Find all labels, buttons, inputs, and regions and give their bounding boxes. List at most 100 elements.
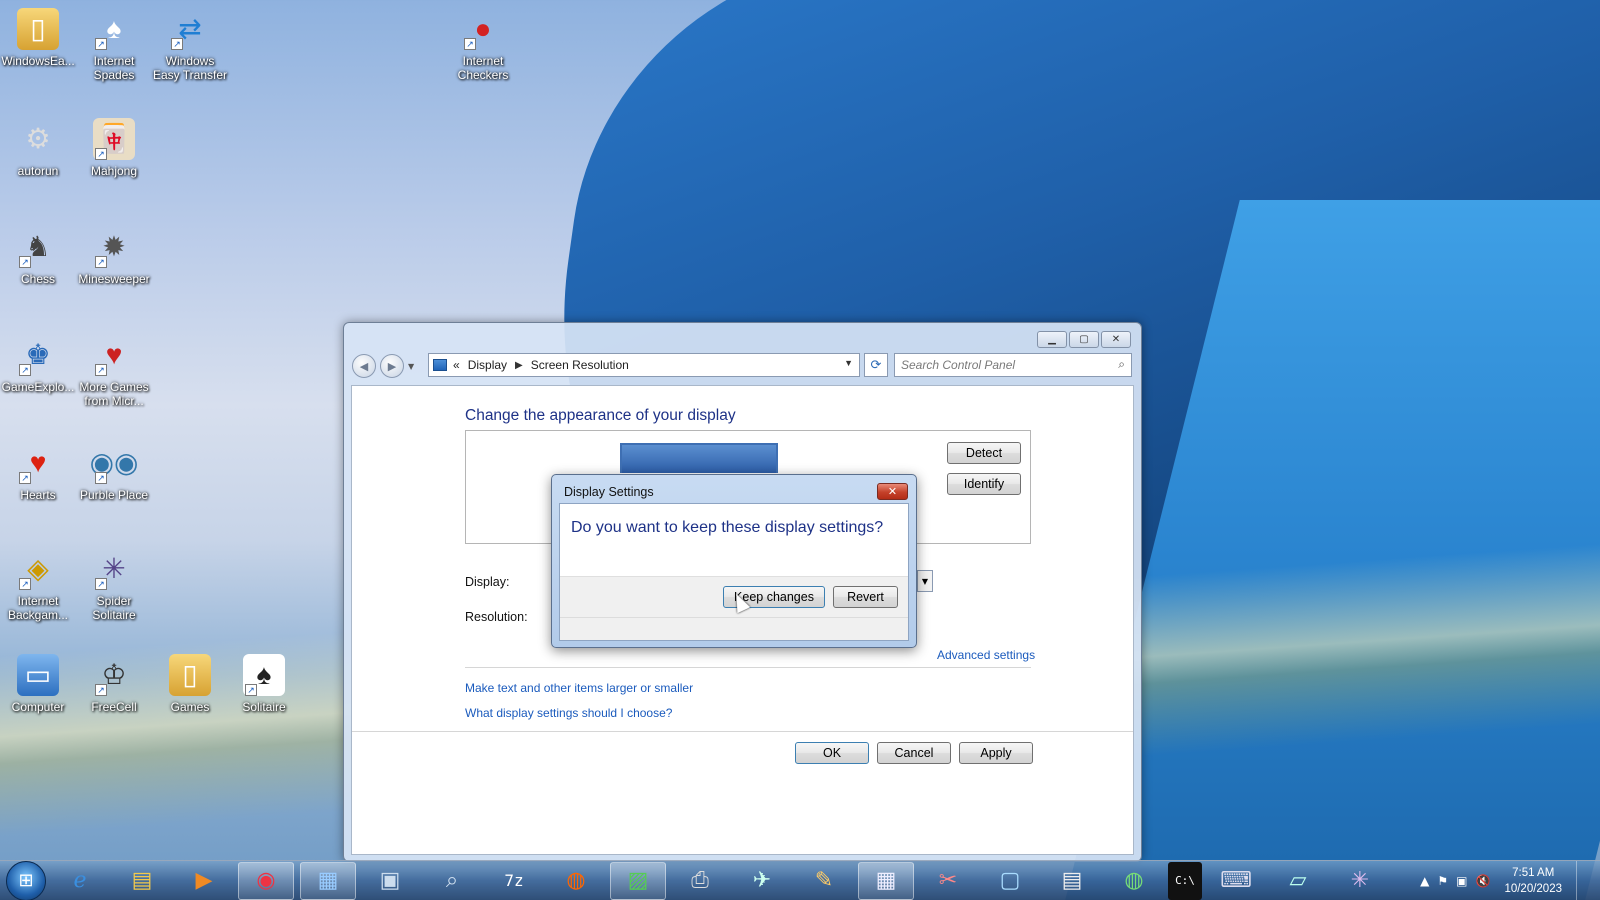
explorer-icon[interactable]: ▤ xyxy=(114,862,170,900)
action-center-icon[interactable]: ⚑ xyxy=(1437,874,1448,888)
calculator-icon[interactable]: ▦ xyxy=(858,861,914,900)
desktop-icon-internet-checkers[interactable]: ● ↗ Internet Checkers xyxy=(445,8,521,83)
divider xyxy=(465,667,1031,668)
desktop-icon-more-games[interactable]: ♥ ↗ More Games from Micr... xyxy=(76,334,152,409)
show-hidden-icons-icon[interactable]: ▲ xyxy=(1420,874,1429,888)
desktop-icon-freecell[interactable]: ♔ ↗ FreeCell xyxy=(76,654,152,715)
show-desktop-button[interactable] xyxy=(1576,861,1588,900)
desktop-icon-windows-easy-transfer[interactable]: ⇄ ↗ Windows Easy Transfer xyxy=(152,8,228,83)
media-player-icon[interactable]: ▶ xyxy=(176,862,232,900)
desktop-icon-chess[interactable]: ♞ ↗ Chess xyxy=(0,226,76,286)
maximize-button[interactable]: ▢ xyxy=(1069,331,1099,348)
freecell-icon: ♔ ↗ xyxy=(93,654,135,696)
dialog-title: Display Settings xyxy=(564,485,654,499)
breadcrumb-display[interactable]: Display xyxy=(468,358,507,372)
control-panel-icon[interactable]: ▦ xyxy=(300,861,356,900)
7zip-icon[interactable]: 7z xyxy=(486,862,542,900)
desktop-icon-mahjong[interactable]: 🀄 ↗ Mahjong xyxy=(76,118,152,178)
refresh-button[interactable]: ⟳ xyxy=(864,353,888,377)
address-bar[interactable]: « Display ▶ Screen Resolution ▼ xyxy=(428,353,860,377)
desktop-icon-gameexplorer[interactable]: ♚ ↗ GameExplo... xyxy=(0,334,76,395)
desktop-icon-label: Internet Checkers xyxy=(457,54,509,82)
dialog-close-button[interactable]: ✕ xyxy=(877,483,908,500)
desktop-icon-label: Computer xyxy=(11,700,65,714)
airplane-icon[interactable]: ✈ xyxy=(734,862,790,900)
keyboard-icon[interactable]: ⌨ xyxy=(1208,862,1264,900)
desktop-icon-label: More Games from Micr... xyxy=(79,380,149,408)
desktop-icon-hearts[interactable]: ♥ ↗ Hearts xyxy=(0,442,76,502)
purble-place-icon: ◉◉ ↗ xyxy=(89,447,139,484)
clock[interactable]: 7:51 AM 10/20/2023 xyxy=(1504,865,1562,897)
desktop-icon-label: Purble Place xyxy=(79,488,149,502)
paint-icon[interactable]: ✎ xyxy=(796,862,852,900)
cancel-button[interactable]: Cancel xyxy=(877,742,951,764)
dialog-footer: Keep changes Revert xyxy=(560,576,908,640)
magnifier-icon[interactable]: ⌕ xyxy=(424,862,480,900)
desktop-icon-internet-spades[interactable]: ♠ ↗ Internet Spades xyxy=(76,8,152,83)
back-button[interactable]: ◀ xyxy=(352,354,376,378)
remote-desktop-icon[interactable]: ▢ xyxy=(982,862,1038,900)
display-label: Display: xyxy=(465,575,510,589)
desktop-icon-label: autorun xyxy=(17,164,59,178)
breadcrumb-screen-resolution[interactable]: Screen Resolution xyxy=(531,358,629,372)
cmd-icon[interactable]: C:\ xyxy=(1168,861,1202,900)
desktop-icon-autorun[interactable]: ⚙ autorun xyxy=(0,118,76,179)
volume-muted-icon[interactable]: 🔇 xyxy=(1475,874,1490,888)
search-input[interactable]: Search Control Panel ⌕ xyxy=(894,353,1132,377)
checkers-icon: ● ↗ xyxy=(462,8,504,50)
dialog-question: Do you want to keep these display settin… xyxy=(571,519,884,536)
page-title: Change the appearance of your display xyxy=(465,407,736,424)
desktop-icon-label: Games xyxy=(170,700,210,714)
footer-divider xyxy=(560,617,908,618)
display-help-link[interactable]: What display settings should I choose? xyxy=(465,706,672,720)
navigation-bar: ◀ ▶ ▼ « Display ▶ Screen Resolution ▼ ⟳ … xyxy=(352,353,1133,379)
desktop-icon-computer[interactable]: ▭ Computer xyxy=(0,654,76,714)
forward-button[interactable]: ▶ xyxy=(380,354,404,378)
desktop-icon-purble-place[interactable]: ◉◉ ↗ Purble Place xyxy=(76,442,152,503)
ok-button[interactable]: OK xyxy=(795,742,869,764)
address-dropdown-icon[interactable]: ▼ xyxy=(844,358,853,368)
detect-button[interactable]: Detect xyxy=(947,442,1021,464)
network-status-icon[interactable]: ▣ xyxy=(1456,874,1467,888)
desktop-icon-label: Internet Spades xyxy=(93,54,135,82)
display-settings-dialog: Display Settings ✕ Do you want to keep t… xyxy=(551,474,917,648)
chrome-icon[interactable]: ◉ xyxy=(238,861,294,900)
desktop-icon-internet-backgammon[interactable]: ◈ ↗ Internet Backgam... xyxy=(0,548,76,623)
breadcrumb-root[interactable]: « xyxy=(453,358,460,372)
minimize-button[interactable]: ▁ xyxy=(1037,331,1067,348)
display-dropdown-arrow[interactable]: ▼ xyxy=(917,570,933,592)
desktop-icon-minesweeper[interactable]: ✹ ↗ Minesweeper xyxy=(76,226,152,287)
breadcrumb-separator-icon[interactable]: ▶ xyxy=(515,360,523,371)
search-placeholder: Search Control Panel xyxy=(901,358,1016,372)
search-icon[interactable]: ⌕ xyxy=(1118,357,1125,372)
text-size-link[interactable]: Make text and other items larger or smal… xyxy=(465,681,693,695)
close-button[interactable]: ✕ xyxy=(1101,331,1131,348)
sticky-notes-icon[interactable]: ▱ xyxy=(1270,862,1326,900)
revert-button[interactable]: Revert xyxy=(833,586,898,608)
ie-icon[interactable]: ℯ xyxy=(52,862,108,900)
desktop-icon-spider-solitaire[interactable]: ✳ ↗ Spider Solitaire xyxy=(76,548,152,623)
desktop-icon-label: Mahjong xyxy=(90,164,138,178)
snipping-tool-icon[interactable]: ✂ xyxy=(920,862,976,900)
spider-icon[interactable]: ✳ xyxy=(1332,862,1388,900)
identify-button[interactable]: Identify xyxy=(947,473,1021,495)
desktop-icon-windowsea[interactable]: ▯ WindowsEa... xyxy=(0,8,76,68)
advanced-settings-link[interactable]: Advanced settings xyxy=(937,648,1035,662)
notepad-icon[interactable]: ▤ xyxy=(1044,862,1100,900)
desktop-icon-label: Windows Easy Transfer xyxy=(152,54,228,82)
backgammon-icon: ◈ ↗ xyxy=(17,548,59,590)
desktop-icon-solitaire[interactable]: ♠ ↗ Solitaire xyxy=(226,654,302,714)
monitor-1-icon[interactable] xyxy=(620,443,778,473)
chart-app-icon[interactable]: ▨ xyxy=(610,861,666,900)
firefox-icon[interactable]: ◍ xyxy=(548,862,604,900)
window-controls: ▁ ▢ ✕ xyxy=(1037,331,1131,348)
desktop-icon-games[interactable]: ▯ Games xyxy=(152,654,228,714)
printer-icon[interactable]: ⎙ xyxy=(672,862,728,900)
start-button[interactable]: ⊞ xyxy=(6,860,46,900)
apply-button[interactable]: Apply xyxy=(959,742,1033,764)
clock-date: 10/20/2023 xyxy=(1504,883,1562,895)
recent-pages-dropdown[interactable]: ▼ xyxy=(408,362,414,371)
network-icon[interactable]: ▣ xyxy=(362,862,418,900)
globe-icon[interactable]: ◍ xyxy=(1106,862,1162,900)
taskbar: ⊞ ℯ ▤ ▶ ◉ ▦ ▣ ⌕ 7z ◍ ▨ ⎙ ✈ ✎ ▦ ✂ ▢ ▤ ◍ C… xyxy=(0,860,1600,900)
